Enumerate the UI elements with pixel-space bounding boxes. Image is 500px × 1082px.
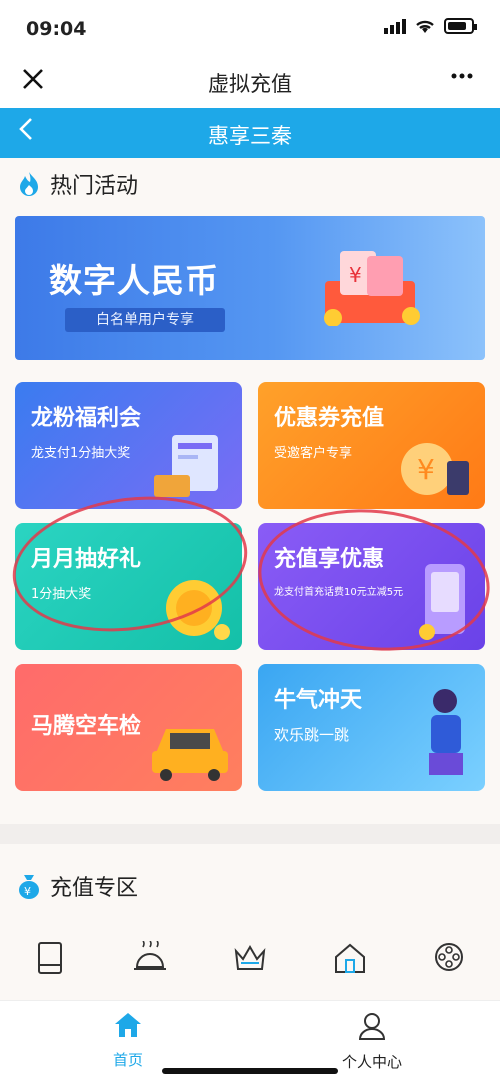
crown-icon xyxy=(234,945,266,970)
nav-title: 虚拟充值 xyxy=(208,72,292,96)
recharge-item-home[interactable] xyxy=(330,938,370,978)
svg-text:¥: ¥ xyxy=(349,263,362,287)
card-subtitle: 受邀客户专享 xyxy=(274,446,353,461)
coin-icon: ¥ xyxy=(401,443,469,495)
phone-icon xyxy=(38,942,62,974)
recharge-zone-heading: ¥ 充值专区 xyxy=(18,870,138,902)
sub-header-title: 惠享三秦 xyxy=(208,124,292,148)
cloche-icon xyxy=(134,941,166,970)
more-icon xyxy=(451,73,473,79)
card-car-inspection[interactable]: 马腾空车检 xyxy=(15,664,242,791)
recharge-item-video[interactable] xyxy=(430,938,470,978)
main-content: 热门活动 数字人民币 白名单用户专享 ¥ 龙粉福利会 龙支付1分抽大奖 优惠券充… xyxy=(0,158,500,1000)
home-icon xyxy=(115,1013,141,1037)
film-reel-icon xyxy=(435,943,463,971)
gift-box-icon: ¥ xyxy=(324,251,420,326)
card-long-fans[interactable]: 龙粉福利会 龙支付1分抽大奖 xyxy=(15,382,242,509)
money-bag-icon: ¥ xyxy=(19,875,39,899)
digital-rmb-banner[interactable]: 数字人民币 白名单用户专享 ¥ xyxy=(15,216,485,360)
recharge-zone-title: 充值专区 xyxy=(50,876,139,901)
wifi-icon xyxy=(416,20,434,33)
card-title: 马腾空车检 xyxy=(31,714,142,739)
card-subtitle: 龙支付1分抽大奖 xyxy=(31,446,131,461)
banner-subtitle: 白名单用户专享 xyxy=(65,308,225,332)
person-icon xyxy=(429,689,463,775)
cellular-signal-icon xyxy=(384,19,406,34)
tab-label: 首页 xyxy=(112,1051,143,1069)
recharge-icons xyxy=(0,938,500,998)
flame-icon xyxy=(20,172,38,196)
phone-gift-icon xyxy=(154,435,218,497)
hot-activities-title: 热门活动 xyxy=(50,174,139,199)
recharge-item-vip[interactable] xyxy=(230,938,270,978)
card-bull-jump[interactable]: 牛气冲天 欢乐跳一跳 xyxy=(258,664,485,791)
svg-text:¥: ¥ xyxy=(417,453,435,486)
nav-bar: 虚拟充值 xyxy=(0,58,500,108)
section-divider xyxy=(0,824,500,844)
card-subtitle: 欢乐跳一跳 xyxy=(274,726,350,744)
status-bar: 09:04 xyxy=(0,0,500,58)
car-icon xyxy=(152,729,228,781)
card-coupon-recharge[interactable]: 优惠券充值 受邀客户专享 ¥ xyxy=(258,382,485,509)
banner-title: 数字人民币 xyxy=(49,261,219,300)
hot-activities-heading: 热门活动 xyxy=(18,168,138,200)
svg-text:¥: ¥ xyxy=(24,885,31,898)
card-title: 优惠券充值 xyxy=(274,406,385,431)
status-time: 09:04 xyxy=(26,18,87,40)
sub-header: 惠享三秦 xyxy=(0,108,500,158)
battery-icon xyxy=(444,18,477,34)
recharge-item-phone[interactable] xyxy=(30,938,70,978)
home-indicator xyxy=(162,1068,338,1074)
card-title: 龙粉福利会 xyxy=(31,406,142,431)
more-button[interactable] xyxy=(450,62,474,93)
recharge-item-food[interactable] xyxy=(130,938,170,978)
tab-home[interactable]: 首页 xyxy=(78,1011,178,1070)
house-icon xyxy=(335,943,365,973)
tab-profile[interactable]: 个人中心 xyxy=(322,1011,422,1072)
card-title: 牛气冲天 xyxy=(274,688,363,713)
user-icon xyxy=(358,1013,386,1040)
